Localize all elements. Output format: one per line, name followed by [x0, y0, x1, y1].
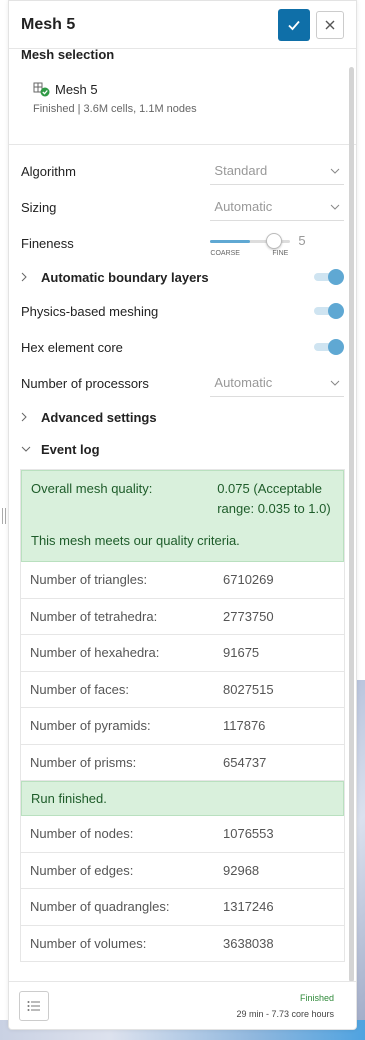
physics-meshing-toggle[interactable] [314, 302, 344, 320]
boundary-layers-toggle[interactable] [314, 268, 344, 286]
mesh-status-icon [33, 82, 50, 97]
fineness-row: Fineness 5 COARSE FINE [9, 225, 356, 261]
log-row-key: Number of volumes: [30, 935, 147, 951]
log-row: Number of quadrangles: 1317246 [21, 889, 344, 926]
slider-min-label: COARSE [210, 250, 240, 257]
log-row: Number of pyramids: 117876 [21, 708, 344, 745]
event-log-label: Event log [41, 441, 100, 457]
chevron-right-icon [21, 412, 41, 422]
log-row-value: 654737 [223, 754, 267, 770]
physics-meshing-row: Physics-based meshing [9, 293, 356, 329]
log-row-key: Number of quadrangles: [30, 899, 170, 915]
algorithm-row: Algorithm Standard [9, 153, 356, 189]
log-row-value: 91675 [223, 645, 260, 661]
mesh-summary: Finished | 3.6M cells, 1.1M nodes [33, 103, 197, 115]
scrollbar[interactable] [349, 67, 354, 982]
log-row-value: 117876 [223, 718, 266, 734]
processors-select[interactable]: Automatic [210, 369, 344, 397]
sizing-select[interactable]: Automatic [210, 193, 344, 221]
algorithm-value: Standard [214, 163, 268, 178]
status-label: Finished [299, 992, 334, 1003]
log-row-value: 8027515 [223, 681, 274, 697]
log-row-key: Number of hexahedra: [30, 645, 160, 661]
hex-core-toggle[interactable] [314, 338, 344, 356]
boundary-layers-label: Automatic boundary layers [41, 269, 209, 285]
log-row-key: Number of pyramids: [30, 718, 151, 734]
sizing-label: Sizing [21, 199, 57, 215]
run-status: Finished 29 min - 7.73 core hours [236, 993, 346, 1019]
advanced-settings-expander[interactable]: Advanced settings [9, 401, 356, 433]
log-row-value: 1076553 [223, 826, 274, 842]
quality-value: 0.075 (Acceptable range: 0.035 to 1.0) [217, 481, 331, 516]
log-row-value: 6710269 [223, 572, 274, 588]
log-row-key: Number of triangles: [30, 572, 148, 588]
fineness-slider[interactable]: 5 COARSE FINE [210, 229, 344, 257]
boundary-layers-expander[interactable]: Automatic boundary layers [9, 261, 356, 293]
slider-max-label: FINE [272, 250, 289, 257]
log-row-key: Number of prisms: [30, 754, 137, 770]
check-icon [288, 20, 300, 30]
log-row-key: Number of edges: [30, 862, 134, 878]
slider-fill [210, 240, 251, 243]
log-row: Number of edges: 92968 [21, 853, 344, 889]
quality-message: This mesh meets our quality criteria. [31, 533, 240, 548]
algorithm-label: Algorithm [21, 163, 76, 179]
algorithm-select[interactable]: Standard [210, 157, 344, 185]
resize-handle[interactable] [2, 508, 6, 524]
fineness-label: Fineness [21, 235, 74, 251]
log-row: Number of tetrahedra: 2773750 [21, 599, 344, 635]
panel-footer: Finished 29 min - 7.73 core hours [9, 981, 356, 1029]
log-row: Number of triangles: 6710269 [21, 562, 344, 599]
event-log-expander[interactable]: Event log [9, 433, 356, 465]
processors-row: Number of processors Automatic [9, 365, 356, 401]
advanced-settings-label: Advanced settings [41, 409, 157, 425]
hex-core-row: Hex element core [9, 329, 356, 365]
processors-label: Number of processors [21, 375, 149, 391]
log-row-key: Number of tetrahedra: [30, 608, 158, 624]
quality-summary: Overall mesh quality: 0.075 (Acceptable … [21, 470, 344, 562]
log-row: Number of volumes: 3638038 [21, 926, 344, 962]
physics-meshing-label: Physics-based meshing [21, 303, 159, 319]
panel-header: Mesh 5 [9, 1, 356, 49]
sizing-value: Automatic [214, 199, 273, 214]
log-row-value: 1317246 [223, 899, 274, 915]
log-row: Number of hexahedra: 91675 [21, 635, 344, 672]
chevron-down-icon [21, 446, 41, 452]
run-finished-banner: Run finished. [21, 781, 344, 816]
log-row-key: Number of faces: [30, 681, 129, 697]
log-row-value: 3638038 [223, 935, 274, 951]
log-row-value: 2773750 [223, 608, 274, 624]
quality-key: Overall mesh quality: [31, 481, 153, 496]
log-row-key: Number of nodes: [30, 826, 134, 842]
mesh-panel: Mesh 5 Mesh selection Mesh 5 Finished | … [8, 0, 357, 1030]
log-row-value: 92968 [223, 862, 260, 878]
processors-value: Automatic [214, 375, 273, 390]
mesh-selection-title: Mesh selection [21, 47, 115, 62]
mesh-selection[interactable]: Mesh 5 Finished | 3.6M cells, 1.1M nodes [9, 71, 356, 145]
fineness-value: 5 [298, 233, 306, 248]
slider-thumb[interactable] [266, 233, 283, 249]
confirm-button[interactable] [278, 8, 310, 41]
list-icon [27, 1000, 40, 1011]
event-log: Overall mesh quality: 0.075 (Acceptable … [20, 469, 345, 962]
chevron-down-icon [330, 380, 340, 386]
mesh-name: Mesh 5 [55, 81, 98, 97]
panel-title: Mesh 5 [21, 15, 76, 33]
log-row: Number of faces: 8027515 [21, 672, 344, 708]
chevron-right-icon [21, 272, 41, 282]
chevron-down-icon [330, 204, 340, 210]
log-row: Number of prisms: 654737 [21, 745, 344, 781]
close-button[interactable] [316, 10, 344, 39]
sizing-row: Sizing Automatic [9, 189, 356, 225]
status-duration: 29 min - 7.73 core hours [236, 1008, 334, 1019]
chevron-down-icon [330, 168, 340, 174]
log-list-button[interactable] [19, 990, 49, 1021]
hex-core-label: Hex element core [21, 339, 123, 355]
log-row: Number of nodes: 1076553 [21, 816, 344, 853]
close-icon [325, 20, 335, 29]
